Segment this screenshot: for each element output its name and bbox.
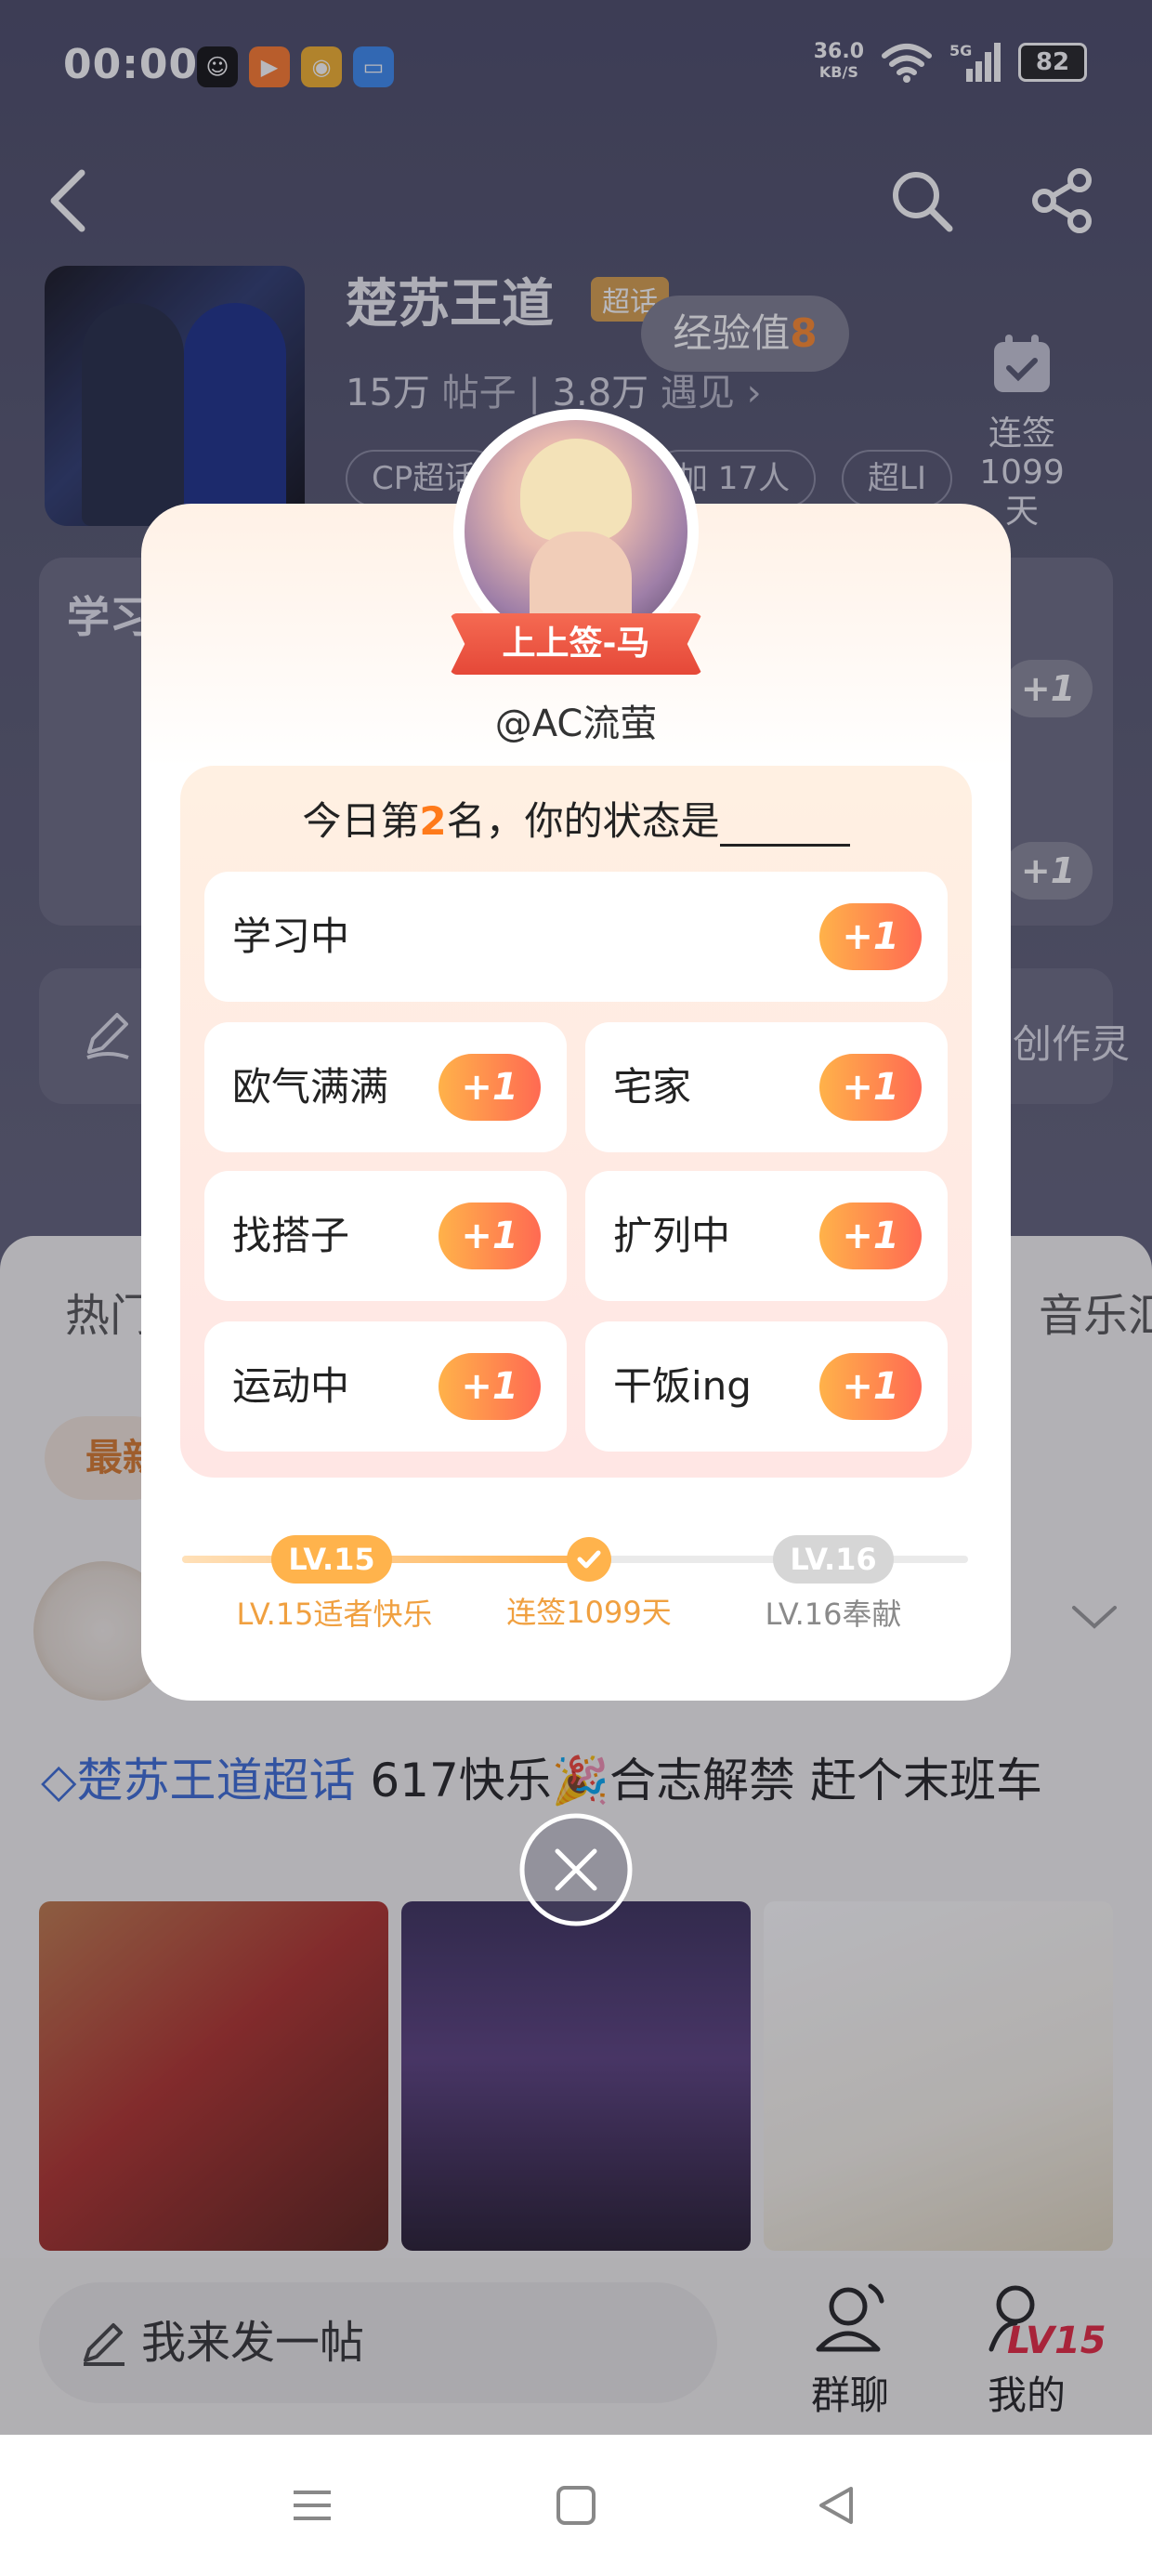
status-option-label: 宅家 xyxy=(613,1064,692,1110)
status-option[interactable]: 欧气满满 +1 xyxy=(204,1022,567,1152)
nav-back-icon[interactable] xyxy=(812,2481,860,2530)
rank-number: 2 xyxy=(419,798,447,844)
next-level-label: LV.16奉献 xyxy=(765,1597,902,1632)
current-level-label: LV.15适者快乐 xyxy=(236,1597,433,1632)
username: @AC流萤 xyxy=(494,703,658,745)
fill-blank xyxy=(719,813,850,847)
plus-one-button[interactable]: +1 xyxy=(819,903,922,970)
status-option[interactable]: 宅家 +1 xyxy=(585,1022,948,1152)
avatar-art xyxy=(520,439,632,541)
status-option-label: 扩列中 xyxy=(613,1213,731,1258)
plus-one-button[interactable]: +1 xyxy=(439,1203,541,1269)
fortune-ribbon: 上上签-马 xyxy=(450,613,702,675)
rank-suffix: 名，你的状态是 xyxy=(446,798,720,844)
menu-icon[interactable] xyxy=(288,2481,336,2530)
plus-one-button[interactable]: +1 xyxy=(819,1353,922,1420)
status-option-label: 运动中 xyxy=(232,1363,350,1409)
rank-prefix: 今日第 xyxy=(302,798,420,844)
status-option[interactable]: 运动中 +1 xyxy=(204,1321,567,1452)
plus-one-button[interactable]: +1 xyxy=(819,1203,922,1269)
status-option-label: 干饭ing xyxy=(613,1363,752,1409)
next-level-pill: LV.16 xyxy=(773,1535,894,1584)
home-icon[interactable] xyxy=(552,2481,600,2530)
status-option-label: 欧气满满 xyxy=(232,1064,389,1110)
current-level-pill: LV.15 xyxy=(271,1535,392,1584)
close-icon[interactable] xyxy=(517,1810,635,1929)
status-option-label: 找搭子 xyxy=(232,1213,350,1258)
status-option[interactable]: 学习中 +1 xyxy=(204,872,948,1002)
plus-one-button[interactable]: +1 xyxy=(819,1054,922,1121)
avatar[interactable] xyxy=(465,420,687,643)
rank-title: 今日第2名，你的状态是 xyxy=(180,790,972,847)
status-option[interactable]: 找搭子 +1 xyxy=(204,1171,567,1301)
check-icon xyxy=(567,1537,611,1582)
status-option-label: 学习中 xyxy=(232,913,350,959)
status-option[interactable]: 干饭ing +1 xyxy=(585,1321,948,1452)
plus-one-button[interactable]: +1 xyxy=(439,1353,541,1420)
plus-one-button[interactable]: +1 xyxy=(439,1054,541,1121)
status-option[interactable]: 扩列中 +1 xyxy=(585,1171,948,1301)
